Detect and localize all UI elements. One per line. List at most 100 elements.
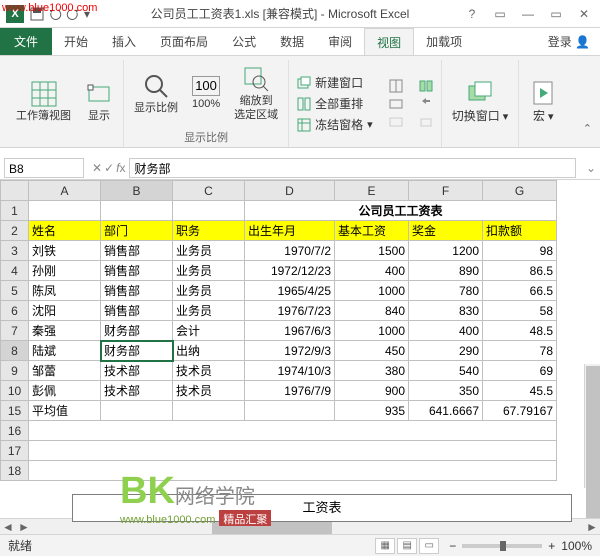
cell[interactable]: 业务员 (173, 241, 245, 261)
cell[interactable]: 1200 (409, 241, 483, 261)
cell[interactable]: 900 (335, 381, 409, 401)
row-header-9[interactable]: 9 (1, 361, 29, 381)
tab-home[interactable]: 开始 (52, 28, 100, 55)
vertical-scroll-thumb[interactable] (586, 366, 600, 526)
reset-position-button[interactable] (417, 114, 435, 130)
help-button[interactable]: ? (462, 7, 482, 21)
tab-page-layout[interactable]: 页面布局 (148, 28, 220, 55)
scroll-right-arrow[interactable]: ► (584, 519, 600, 534)
embedded-chart[interactable]: 工资表 (72, 494, 572, 522)
zoom-slider-thumb[interactable] (500, 541, 506, 551)
cell[interactable]: 业务员 (173, 281, 245, 301)
col-header-F[interactable]: F (409, 181, 483, 201)
cell[interactable]: 69 (483, 361, 557, 381)
cell[interactable]: 销售部 (101, 281, 173, 301)
workbook-views-button[interactable]: 工作簿视图 (12, 78, 75, 125)
row-header-10[interactable]: 10 (1, 381, 29, 401)
cell[interactable]: 销售部 (101, 261, 173, 281)
row-header-4[interactable]: 4 (1, 261, 29, 281)
row-header-18[interactable]: 18 (1, 461, 29, 481)
freeze-panes-button[interactable]: 冻结窗格 ▾ (295, 115, 375, 134)
cell[interactable]: 销售部 (101, 241, 173, 261)
tab-review[interactable]: 审阅 (316, 28, 364, 55)
unhide-button[interactable] (387, 114, 405, 130)
cell[interactable]: 平均值 (29, 401, 101, 421)
new-window-button[interactable]: 新建窗口 (295, 73, 375, 92)
zoom-out-button[interactable]: − (449, 539, 456, 553)
cell[interactable]: 58 (483, 301, 557, 321)
cell[interactable]: 400 (409, 321, 483, 341)
cell[interactable]: 刘铁 (29, 241, 101, 261)
cell[interactable]: 840 (335, 301, 409, 321)
cell[interactable]: 1000 (335, 321, 409, 341)
page-layout-view-button[interactable]: ▤ (397, 538, 417, 554)
zoom-selection-button[interactable]: 缩放到 选定区域 (230, 63, 282, 123)
select-all-corner[interactable] (1, 181, 29, 201)
row-header-17[interactable]: 17 (1, 441, 29, 461)
cell[interactable]: 彭佩 (29, 381, 101, 401)
cell[interactable]: 380 (335, 361, 409, 381)
tab-insert[interactable]: 插入 (100, 28, 148, 55)
tab-formulas[interactable]: 公式 (220, 28, 268, 55)
table-header[interactable]: 职务 (173, 221, 245, 241)
sheet-nav-prev[interactable]: ◄ (0, 519, 16, 534)
cell[interactable]: 1500 (335, 241, 409, 261)
name-box[interactable]: B8 (4, 158, 84, 178)
table-header[interactable]: 奖金 (409, 221, 483, 241)
cell[interactable]: 财务部 (101, 321, 173, 341)
zoom-button[interactable]: 显示比例 (130, 70, 182, 117)
table-header[interactable]: 基本工资 (335, 221, 409, 241)
cell[interactable]: 86.5 (483, 261, 557, 281)
cell[interactable]: 1972/12/23 (245, 261, 335, 281)
cell[interactable]: 935 (335, 401, 409, 421)
cell[interactable]: 641.6667 (409, 401, 483, 421)
cell[interactable]: 沈阳 (29, 301, 101, 321)
zoom-level[interactable]: 100% (561, 539, 592, 553)
enter-formula-icon[interactable]: ✓ (104, 161, 114, 175)
row-header-8[interactable]: 8 (1, 341, 29, 361)
cell[interactable]: 会计 (173, 321, 245, 341)
col-header-A[interactable]: A (29, 181, 101, 201)
table-header[interactable]: 扣款额 (483, 221, 557, 241)
cell[interactable]: 1965/4/25 (245, 281, 335, 301)
ribbon-display-button[interactable]: ▭ (490, 7, 510, 21)
cell[interactable]: 400 (335, 261, 409, 281)
expand-formula-icon[interactable]: ⌄ (582, 161, 600, 175)
cell[interactable]: 450 (335, 341, 409, 361)
cell[interactable]: 98 (483, 241, 557, 261)
cell[interactable]: 邹蕾 (29, 361, 101, 381)
cell[interactable]: 1970/7/2 (245, 241, 335, 261)
cell[interactable]: 66.5 (483, 281, 557, 301)
col-header-D[interactable]: D (245, 181, 335, 201)
cell[interactable]: 秦强 (29, 321, 101, 341)
col-header-B[interactable]: B (101, 181, 173, 201)
col-header-G[interactable]: G (483, 181, 557, 201)
cell[interactable]: 890 (409, 261, 483, 281)
cell[interactable]: 技术部 (101, 381, 173, 401)
cell[interactable]: 1974/10/3 (245, 361, 335, 381)
row-header-6[interactable]: 6 (1, 301, 29, 321)
zoom-in-button[interactable]: + (548, 539, 555, 553)
cell[interactable]: 350 (409, 381, 483, 401)
login-button[interactable]: 登录 👤 (538, 28, 600, 55)
cell[interactable]: 业务员 (173, 301, 245, 321)
zoom-slider[interactable] (462, 544, 542, 548)
show-button[interactable]: 显示 (81, 78, 117, 125)
tab-data[interactable]: 数据 (268, 28, 316, 55)
cell[interactable]: 48.5 (483, 321, 557, 341)
cell[interactable]: 1972/9/3 (245, 341, 335, 361)
cell[interactable]: 45.5 (483, 381, 557, 401)
table-header[interactable]: 姓名 (29, 221, 101, 241)
cell[interactable]: 陆斌 (29, 341, 101, 361)
arrange-all-button[interactable]: 全部重排 (295, 94, 375, 113)
cell[interactable]: 1000 (335, 281, 409, 301)
row-header-16[interactable]: 16 (1, 421, 29, 441)
split-button[interactable] (387, 78, 405, 94)
table-header[interactable]: 出生年月 (245, 221, 335, 241)
cell[interactable]: 1967/6/3 (245, 321, 335, 341)
tab-file[interactable]: 文件 (0, 28, 52, 55)
horizontal-scroll-thumb[interactable] (212, 520, 332, 534)
restore-button[interactable]: ▭ (546, 7, 566, 21)
row-header-15[interactable]: 15 (1, 401, 29, 421)
cell[interactable]: 540 (409, 361, 483, 381)
